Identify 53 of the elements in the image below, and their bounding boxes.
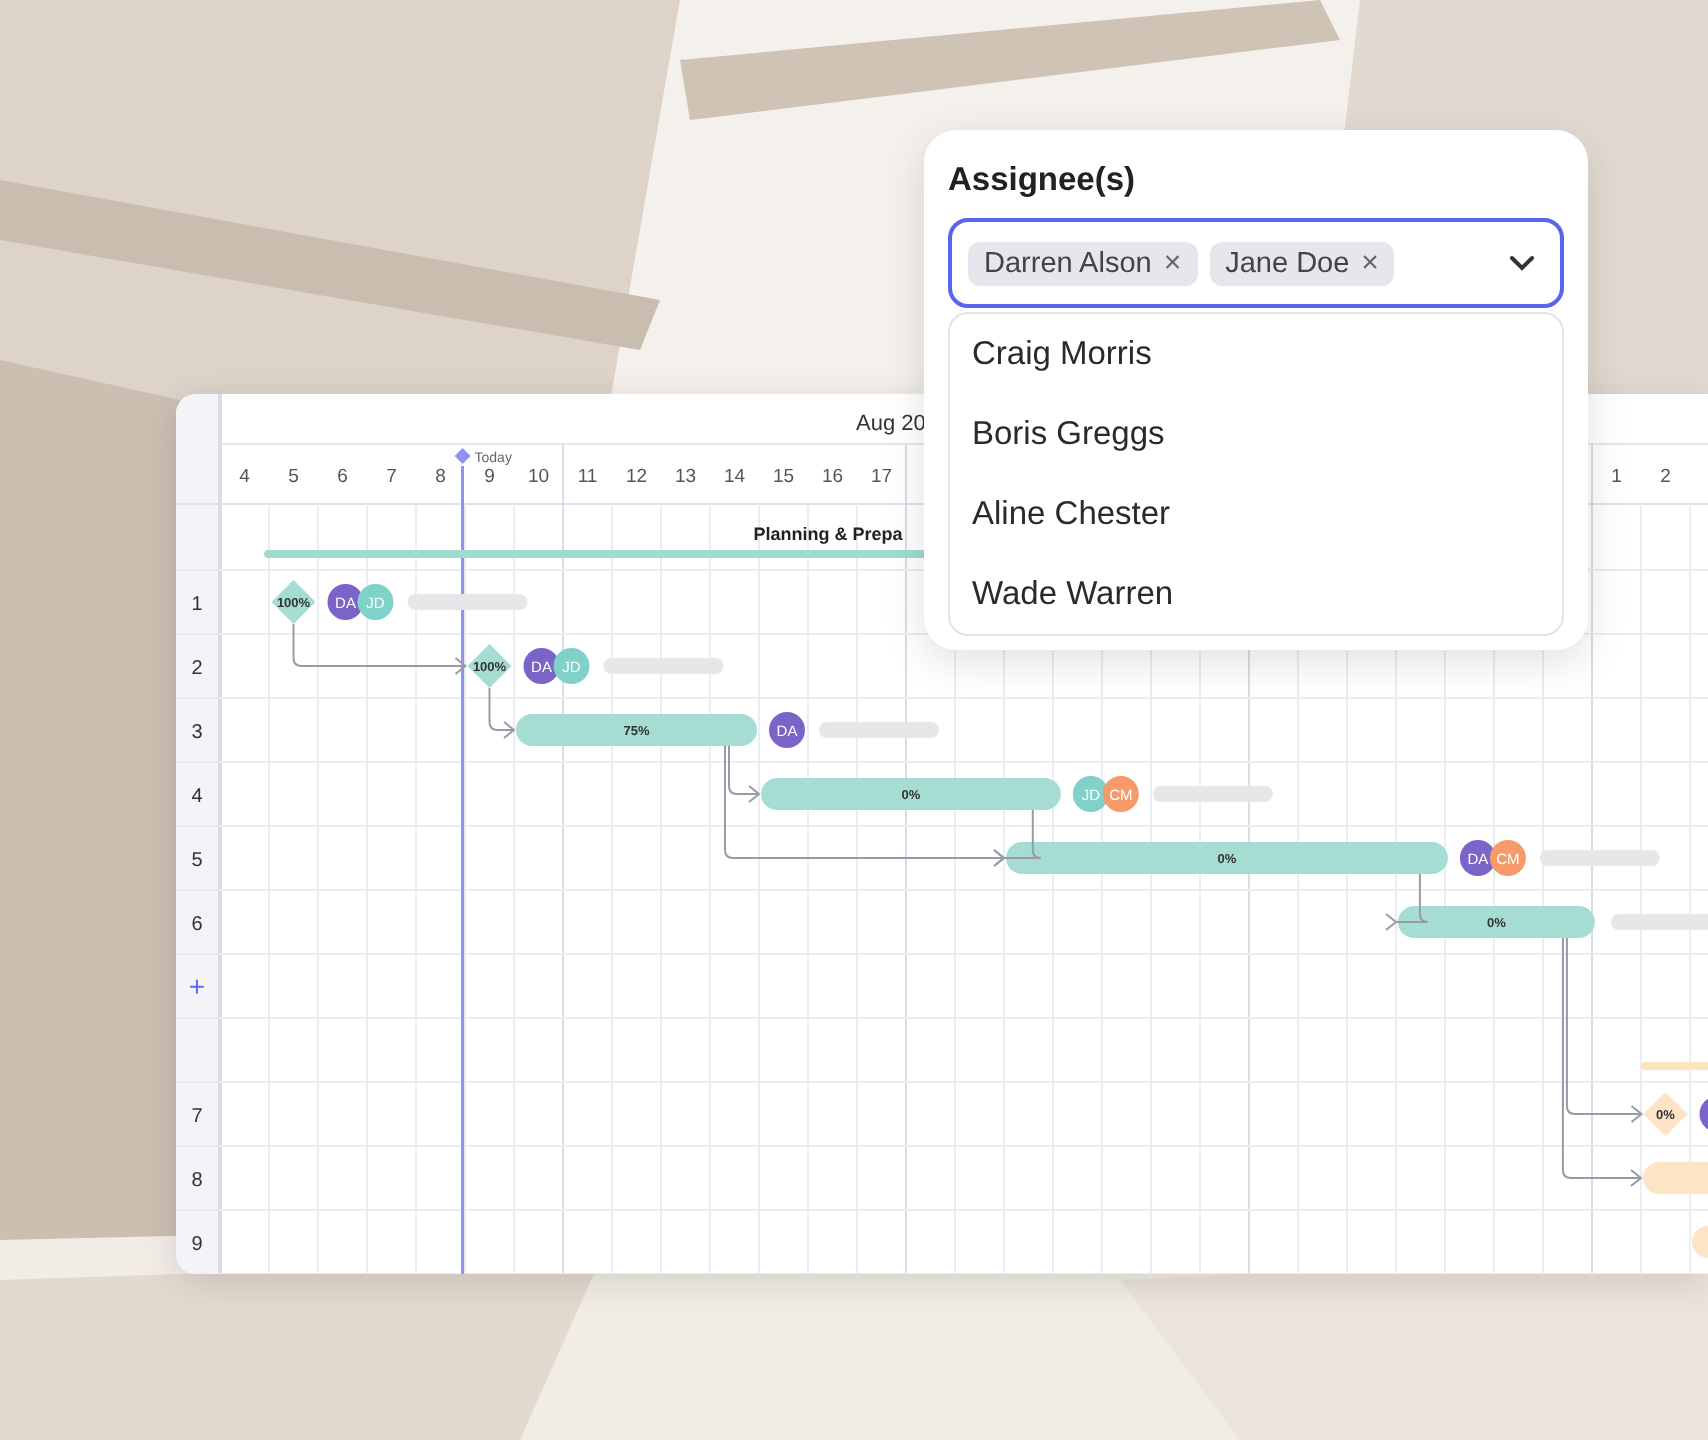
row-number: 6 (191, 914, 203, 936)
placeholder-bar (1610, 914, 1708, 930)
day-label: 4 (239, 466, 250, 488)
day-label: 8 (435, 466, 446, 488)
placeholder-bar (1539, 850, 1660, 866)
option-item[interactable]: Boris Greggs (950, 394, 1562, 474)
day-label: 17 (870, 466, 893, 488)
day-label: 12 (625, 466, 648, 488)
dependency-arrow (1385, 873, 1429, 931)
option-item[interactable]: Wade Warren (950, 554, 1562, 634)
day-label: 9 (484, 466, 495, 488)
chevron-down-icon[interactable] (1508, 254, 1536, 272)
day-label: 16 (821, 466, 844, 488)
placeholder-bar (819, 722, 939, 738)
today-marker-icon (454, 448, 471, 464)
placeholder-bar (407, 594, 528, 610)
task-bar[interactable] (1398, 906, 1595, 938)
day-label: 14 (723, 466, 746, 488)
task-bar[interactable] (761, 778, 1061, 810)
chip-label: Jane Doe (1225, 247, 1350, 279)
day-label: 11 (577, 466, 598, 488)
milestone-diamond[interactable] (1643, 1092, 1688, 1136)
option-item[interactable]: Aline Chester (950, 474, 1562, 554)
placeholder-bar (603, 658, 724, 674)
day-label: 10 (527, 466, 550, 488)
placeholder-bar (1152, 786, 1273, 802)
option-item[interactable]: Craig Morris (950, 314, 1562, 394)
day-label: 13 (674, 466, 697, 488)
milestone-diamond[interactable] (271, 580, 316, 624)
dependency-arrow (488, 687, 515, 739)
row-number: 5 (191, 850, 203, 872)
add-row-button[interactable]: + (188, 970, 206, 1002)
day-label: 2 (1660, 466, 1671, 488)
day-label: 1 (1611, 466, 1622, 488)
task-bar[interactable] (516, 714, 757, 746)
day-label: 6 (337, 466, 348, 488)
row-number: 1 (191, 594, 203, 616)
chip-label: Darren Alson (984, 247, 1152, 279)
row-number: 2 (191, 658, 203, 680)
row-number: 3 (191, 722, 203, 744)
day-label: 5 (288, 466, 299, 488)
day-label: 15 (772, 466, 795, 488)
assignee-select[interactable]: Darren Alson × Jane Doe × (948, 218, 1564, 308)
field-label: Assignee(s) (948, 160, 1138, 202)
row-number: 4 (191, 786, 203, 808)
day-label: 7 (386, 466, 397, 488)
remove-chip-button[interactable]: × (1361, 248, 1379, 278)
row-number: 8 (191, 1170, 203, 1192)
row-number: 9 (191, 1234, 203, 1256)
phase-title: Planning & Prepa (753, 524, 903, 544)
milestone-diamond[interactable] (467, 644, 512, 688)
remove-chip-button[interactable]: × (1163, 248, 1182, 278)
row-number: 7 (191, 1106, 203, 1128)
